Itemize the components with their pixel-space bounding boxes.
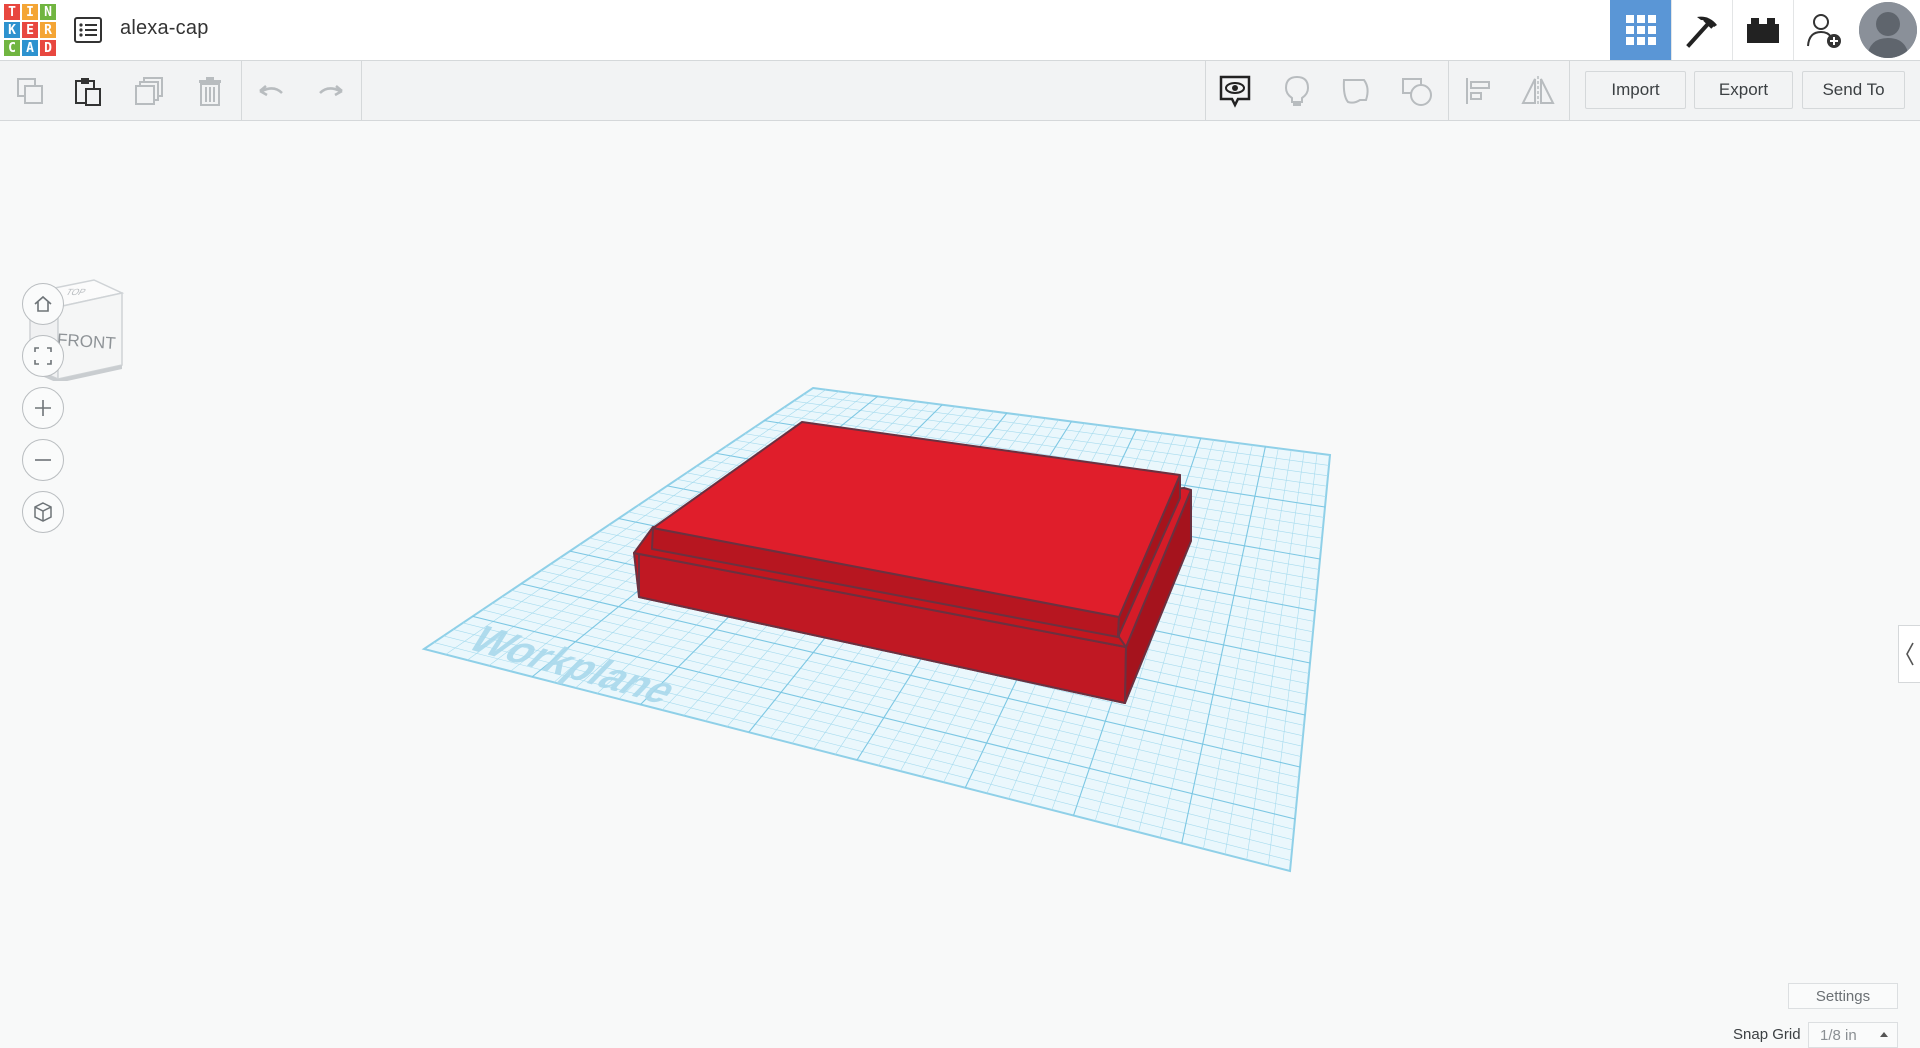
snap-grid-label: Snap Grid: [1733, 1026, 1801, 1043]
fit-view-button[interactable]: [22, 335, 64, 377]
snap-grid-value: 1/8 in: [1820, 1026, 1857, 1044]
shape-hole-button[interactable]: [1397, 71, 1437, 111]
zoom-out-button[interactable]: [22, 439, 64, 481]
logo-letter: C: [3, 39, 21, 57]
logo-letter: N: [39, 3, 57, 21]
pickaxe-icon: [1686, 16, 1717, 48]
bricks-icon: [1747, 18, 1779, 43]
perspective-icon: [34, 502, 52, 522]
shape-solid-icon: [1342, 79, 1369, 104]
mirror-button[interactable]: [1518, 71, 1558, 111]
duplicate-icon: [135, 77, 163, 105]
undo-button[interactable]: [252, 71, 292, 111]
invite-user-button[interactable]: [1793, 0, 1854, 60]
grid-view-button[interactable]: [1610, 0, 1671, 60]
home-view-button[interactable]: [22, 283, 64, 325]
invite-user-icon: [1807, 14, 1841, 48]
panel-toggle-button[interactable]: [1898, 625, 1920, 683]
undo-icon: [259, 85, 283, 97]
send-to-button[interactable]: Send To: [1802, 71, 1905, 109]
redo-button[interactable]: [310, 71, 350, 111]
tinkercad-logo[interactable]: T I N K E R C A D: [3, 3, 57, 57]
grid-view-icon: [1625, 15, 1656, 45]
align-icon: [1466, 78, 1490, 104]
avatar-icon[interactable]: [1859, 2, 1917, 58]
fit-view-icon: [34, 347, 52, 365]
delete-icon: [199, 77, 221, 106]
chevron-left-icon: [1905, 642, 1914, 666]
codeblocks-button[interactable]: [1671, 0, 1732, 60]
import-button[interactable]: Import: [1585, 71, 1686, 109]
toolbar: Import Export Send To: [0, 61, 1920, 121]
export-button[interactable]: Export: [1694, 71, 1793, 109]
bulb-icon: [1284, 75, 1310, 106]
caret-up-icon: [1880, 1032, 1888, 1037]
home-icon: [34, 295, 52, 312]
zoom-in-button[interactable]: [22, 387, 64, 429]
paste-button[interactable]: [68, 71, 108, 111]
copy-icon: [17, 78, 43, 104]
logo-letter: A: [21, 39, 39, 57]
shape-hole-icon: [1402, 78, 1432, 106]
scene-canvas[interactable]: Workplane: [0, 121, 1920, 942]
logo-letter: R: [39, 21, 57, 39]
shape-solid-button[interactable]: [1337, 71, 1377, 111]
bricks-button[interactable]: [1732, 0, 1793, 60]
logo-letter: D: [39, 39, 57, 57]
logo-letter: K: [3, 21, 21, 39]
align-button[interactable]: [1458, 71, 1498, 111]
settings-button[interactable]: Settings: [1788, 983, 1898, 1009]
top-bar: T I N K E R C A D alexa-cap: [0, 0, 1920, 61]
delete-button[interactable]: [190, 71, 230, 111]
design-title[interactable]: alexa-cap: [120, 17, 209, 40]
3d-viewport[interactable]: Workplane TOP FRONT Settings Snap Grid 1…: [0, 121, 1920, 1048]
logo-letter: T: [3, 3, 21, 21]
mirror-icon: [1521, 76, 1555, 106]
bulb-button[interactable]: [1277, 71, 1317, 111]
redo-icon: [319, 85, 343, 97]
logo-letter: E: [21, 21, 39, 39]
logo-letter: I: [21, 3, 39, 21]
design-list-icon[interactable]: [72, 14, 104, 46]
copy-button[interactable]: [10, 71, 50, 111]
notes-icon: [1219, 75, 1251, 108]
paste-icon: [75, 78, 101, 106]
duplicate-button[interactable]: [130, 71, 170, 111]
notes-button[interactable]: [1215, 71, 1255, 111]
zoom-in-icon: [35, 400, 51, 416]
zoom-out-icon: [35, 459, 51, 461]
snap-grid-select[interactable]: 1/8 in: [1808, 1022, 1898, 1048]
perspective-button[interactable]: [22, 491, 64, 533]
